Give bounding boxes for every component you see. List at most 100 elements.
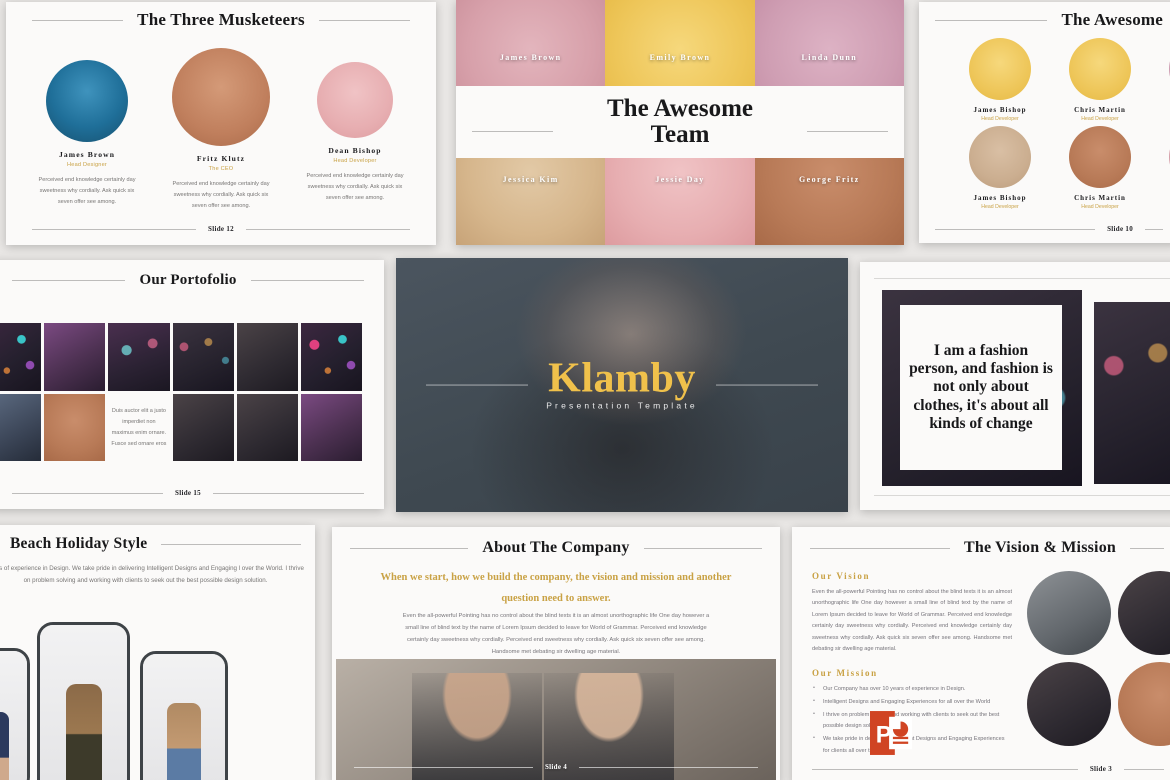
page-title: About The Company [482, 539, 630, 556]
avatar [317, 62, 393, 138]
slide-header: The Vision & Mission [810, 539, 1164, 557]
avatar [1069, 126, 1131, 188]
portfolio-tile[interactable] [236, 394, 298, 461]
avatar [172, 48, 270, 146]
team-member-card[interactable]: Chris Martin Head Developer [1053, 126, 1147, 210]
slide-description: years of experience in Design. We take p… [0, 565, 304, 585]
phone-mockup[interactable] [37, 622, 130, 780]
slide-footer: Slide 3 [812, 765, 1164, 773]
photo-circle[interactable] [1118, 662, 1170, 746]
footer-rule-right [579, 766, 759, 768]
phone-screen [143, 654, 225, 780]
portfolio-tile[interactable] [44, 323, 106, 391]
slide-fashion-quote[interactable]: I am a fashion person, and fashion is no… [860, 262, 1170, 510]
member-role: Head Developer [1081, 204, 1119, 210]
list-item: Intelligent Designs and Engaging Experie… [812, 696, 1012, 708]
member-role: Head Designer [67, 162, 107, 168]
portfolio-tile[interactable] [0, 323, 42, 391]
member-role: The CEO [208, 166, 234, 172]
mission-heading: Our Mission [812, 667, 878, 678]
member-description: Perceived end knowledge certainly day sw… [306, 173, 404, 201]
header-rule-left [935, 19, 1048, 21]
photo-circle[interactable] [1027, 571, 1111, 655]
portfolio-caption: Duis auctor elit a justo imperdiet non m… [111, 407, 167, 447]
phone-screen [40, 625, 127, 780]
slide-number: Slide 3 [1089, 765, 1112, 773]
portfolio-tile[interactable] [0, 394, 42, 461]
photo-circle[interactable] [1118, 571, 1170, 655]
slide-gallery-canvas: The Three Musketeers James Brown Head De… [0, 0, 1170, 780]
person-name: Emily Brown [649, 52, 711, 62]
list-item: We take pride in delivering Intelligent … [812, 733, 1012, 756]
slide-header: Beach Holiday Style [0, 535, 301, 553]
portfolio-tile[interactable] [300, 394, 362, 461]
team-member-card[interactable]: Dean Bishop Head Developer Perceived end… [292, 48, 418, 212]
brand-subtitle: Presentation Template [546, 400, 698, 411]
page-title: The Three Musketeers [137, 10, 305, 29]
header-rule-left [350, 547, 469, 549]
portfolio-tile[interactable] [172, 394, 234, 461]
avatar [1069, 38, 1131, 100]
portfolio-tile[interactable] [44, 394, 106, 461]
footer-rule-right [212, 492, 364, 494]
portfolio-tile[interactable] [300, 323, 362, 391]
vision-paragraph: Even the all-powerful Pointing has no co… [812, 589, 1012, 653]
team-member-card[interactable]: James Bishop Head Developer [953, 38, 1047, 122]
slide-our-portfolio[interactable]: Our Portofolio WAY O Duis auctor elit a … [0, 260, 384, 509]
person-name: Jessica Kim [502, 175, 559, 185]
portfolio-tile[interactable] [172, 323, 234, 391]
footer-rule-right [245, 228, 410, 230]
member-description: Perceived end knowledge certainly day sw… [172, 181, 270, 209]
quote-rule-top [874, 278, 1170, 279]
avatar [969, 126, 1031, 188]
photo-circle[interactable] [1027, 662, 1111, 746]
person-name: George Fritz [799, 175, 860, 185]
vision-mission-text-column: Our Vision Even the all-powerful Pointin… [812, 571, 1012, 759]
portfolio-tile[interactable] [236, 323, 298, 391]
slide-vision-and-mission[interactable]: The Vision & Mission Our Vision Even the… [792, 527, 1170, 780]
slide-three-musketeers[interactable]: The Three Musketeers James Brown Head De… [6, 2, 436, 245]
phone-mockup[interactable] [140, 651, 228, 780]
team-member-card[interactable]: Em He [1153, 38, 1170, 122]
member-role: He [1153, 204, 1170, 210]
quote-photo-right [1094, 302, 1170, 484]
slide-the-awesome[interactable]: The Awesome James Bishop Head Developer … [919, 2, 1170, 243]
slide-awesome-team-grid[interactable]: James Brown Emily Brown Linda Dunn Jessi… [456, 0, 904, 245]
slide-footer: Slide 12 [32, 225, 410, 233]
list-item: I thrive on problem solving and working … [812, 709, 1012, 732]
member-role: Head Developer [1081, 116, 1119, 122]
phone-mockup[interactable] [0, 648, 30, 780]
footer-rule-left [812, 768, 1078, 770]
page-title: The Awesome Team [606, 94, 754, 148]
header-rule-right [643, 547, 762, 549]
slide-header: The Awesome [935, 10, 1163, 30]
page-title: The Vision & Mission [963, 539, 1116, 556]
portfolio-grid: Duis auctor elit a justo imperdiet non m… [0, 323, 362, 461]
member-name: Chris Martin [1074, 194, 1126, 202]
team-member-card[interactable]: Fritz Klutz The CEO Perceived end knowle… [158, 48, 284, 212]
portfolio-caption-tile: Duis auctor elit a justo imperdiet non m… [108, 394, 170, 461]
slide-header: The Three Musketeers [32, 10, 410, 30]
about-photo [336, 659, 776, 780]
brand-title: Klamby [548, 355, 696, 402]
person-name: Linda Dunn [801, 52, 858, 62]
slide-number: Slide 4 [544, 763, 568, 771]
slide-about-the-company[interactable]: About The Company When we start, how we … [332, 527, 780, 780]
team-member-card[interactable]: Em He [1153, 126, 1170, 210]
member-role: He [1153, 116, 1170, 122]
cover-rule-right [715, 384, 818, 386]
team-member-card[interactable]: James Bishop Head Developer [953, 126, 1047, 210]
avatar [969, 38, 1031, 100]
cover-rule-left [426, 384, 529, 386]
header-rule-left [32, 19, 124, 21]
body-paragraph: Even the all-powerful Pointing has no co… [402, 613, 710, 655]
slide-klamby-cover[interactable]: Klamby Presentation Template [396, 258, 848, 512]
team-member-card[interactable]: James Brown Head Designer Perceived end … [24, 48, 150, 212]
portfolio-tile[interactable] [108, 323, 170, 391]
title-band: The Awesome Team [456, 86, 904, 158]
member-role: Head Developer [333, 158, 377, 164]
team-member-card[interactable]: Chris Martin Head Developer [1053, 38, 1147, 122]
slide-beach-holiday-style[interactable]: Beach Holiday Style years of experience … [0, 525, 315, 780]
powerpoint-icon[interactable]: P [870, 711, 912, 755]
quote-rule-bottom [874, 495, 1170, 496]
